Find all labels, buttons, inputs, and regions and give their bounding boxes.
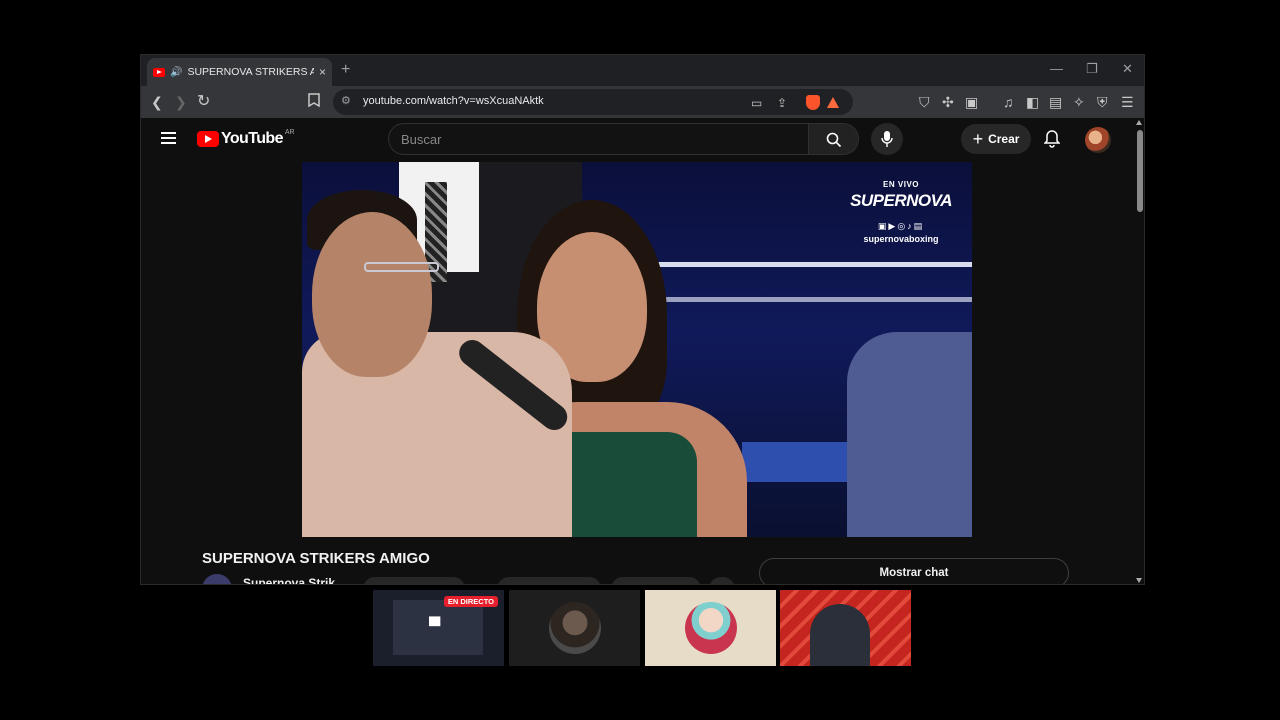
- video-title: SUPERNOVA STRIKERS AMIGO: [202, 550, 430, 567]
- ring-rope: [632, 297, 972, 302]
- reload-icon[interactable]: ↻: [197, 93, 210, 111]
- participant-tile[interactable]: [780, 590, 911, 666]
- country-code: AR: [284, 128, 295, 136]
- voice-search-button[interactable]: [871, 123, 903, 155]
- speaker-icon[interactable]: 🔊: [170, 67, 182, 78]
- youtube-logo[interactable]: YouTube AR: [197, 128, 295, 148]
- cast-icon[interactable]: ▭: [751, 94, 762, 112]
- vpn-icon[interactable]: ⛉: [919, 93, 930, 111]
- search-input[interactable]: [389, 124, 808, 154]
- youtube-header: YouTube AR + Crear: [141, 118, 1134, 160]
- scroll-down-icon[interactable]: [1136, 578, 1142, 583]
- share-icon[interactable]: ⇪: [777, 94, 787, 112]
- youtube-favicon-icon: [153, 67, 165, 77]
- browser-tab[interactable]: 🔊 SUPERNOVA STRIKERS AMIGO ×: [147, 58, 332, 86]
- scroll-up-icon[interactable]: [1136, 120, 1142, 125]
- extensions-icon[interactable]: ✣: [942, 93, 954, 111]
- announcer-glasses: [364, 262, 439, 272]
- channel-name[interactable]: Supernova Strik: [243, 576, 335, 584]
- tab-title: SUPERNOVA STRIKERS AMIGO: [187, 66, 314, 78]
- sidebar-icon[interactable]: ◧: [1026, 93, 1039, 111]
- participant-tile[interactable]: [645, 590, 776, 666]
- ring-rope: [632, 262, 972, 267]
- show-chat-button[interactable]: Mostrar chat: [759, 558, 1069, 584]
- search-box: [388, 123, 809, 155]
- wallet-icon[interactable]: ▤: [1049, 93, 1062, 111]
- scrollbar-thumb[interactable]: [1137, 130, 1143, 212]
- like-dislike-button[interactable]: [497, 577, 601, 584]
- browser-toolbar: ❮ ❯ ↻ ⚙ youtube.com/watch?v=wsXcuaNAktk …: [141, 86, 1144, 118]
- leo-ai-icon[interactable]: ✧: [1073, 93, 1085, 111]
- browser-window: 🔊 SUPERNOVA STRIKERS AMIGO × + — ❐ ✕ ❮ ❯…: [140, 54, 1145, 585]
- overlay-social-icons: ▣▶◎♪▤: [877, 221, 925, 231]
- participant-tile[interactable]: [509, 590, 640, 666]
- bookmark-icon[interactable]: [308, 93, 320, 111]
- browser-titlebar: 🔊 SUPERNOVA STRIKERS AMIGO × + — ❐ ✕: [141, 55, 1144, 86]
- youtube-play-icon: [197, 131, 219, 147]
- menu-icon[interactable]: ☰: [1121, 93, 1134, 111]
- restore-button[interactable]: ❐: [1086, 61, 1098, 77]
- overlay-live-text: EN VIVO: [883, 180, 919, 189]
- media-control-icon[interactable]: ♫: [1003, 93, 1014, 111]
- forward-icon[interactable]: ❯: [175, 93, 187, 111]
- site-settings-icon[interactable]: ⚙: [341, 94, 351, 107]
- live-badge: EN DIRECTO: [443, 596, 498, 607]
- create-button[interactable]: + Crear: [961, 124, 1031, 154]
- participant-avatar: [549, 602, 601, 654]
- brave-rewards-icon[interactable]: [827, 97, 839, 108]
- tab-close-icon[interactable]: ×: [319, 65, 326, 79]
- shield-icon[interactable]: ⛨: [1097, 93, 1108, 111]
- notifications-bell-icon[interactable]: [1043, 130, 1061, 153]
- plus-icon: +: [972, 129, 984, 149]
- screen-share-icon: ▀: [429, 618, 441, 635]
- account-avatar[interactable]: [1085, 127, 1111, 153]
- close-window-button[interactable]: ✕: [1122, 61, 1133, 77]
- overlay-handle: supernovaboxing: [863, 234, 939, 244]
- announcer-face: [312, 212, 432, 377]
- create-label: Crear: [988, 132, 1020, 146]
- back-icon[interactable]: ❮: [151, 93, 163, 111]
- search-icon: [826, 132, 842, 148]
- brave-shields-icon[interactable]: [806, 95, 820, 110]
- search-button[interactable]: [809, 123, 859, 155]
- video-details: SUPERNOVA STRIKERS AMIGO Supernova Strik…: [141, 537, 1134, 584]
- page-scrollbar[interactable]: [1134, 118, 1144, 584]
- second-official-figure: [847, 332, 972, 537]
- reader-mode-icon[interactable]: ▣: [965, 93, 978, 111]
- broadcast-overlay: EN VIVO SUPERNOVA ▣▶◎♪▤ supernovaboxing: [850, 180, 952, 244]
- participant-tile-screen[interactable]: EN DIRECTO ▀: [373, 590, 504, 666]
- subscribe-button[interactable]: [363, 577, 465, 584]
- minimize-button[interactable]: —: [1050, 61, 1063, 76]
- new-tab-button[interactable]: +: [341, 61, 350, 79]
- share-button[interactable]: [611, 577, 701, 584]
- video-player[interactable]: EN VIVO SUPERNOVA ▣▶◎♪▤ supernovaboxing: [302, 162, 972, 537]
- channel-avatar[interactable]: [202, 574, 232, 584]
- participant-webcam-figure: [810, 604, 870, 666]
- microphone-icon: [881, 131, 893, 147]
- address-bar[interactable]: ⚙ youtube.com/watch?v=wsXcuaNAktk ▭ ⇪: [333, 89, 853, 115]
- youtube-wordmark: YouTube: [221, 130, 283, 147]
- overlay-brand: SUPERNOVA: [850, 191, 952, 210]
- url-text: youtube.com/watch?v=wsXcuaNAktk: [363, 95, 544, 107]
- more-actions-button[interactable]: [709, 577, 735, 584]
- guide-menu-icon[interactable]: [161, 132, 176, 147]
- participant-avatar: [685, 602, 737, 654]
